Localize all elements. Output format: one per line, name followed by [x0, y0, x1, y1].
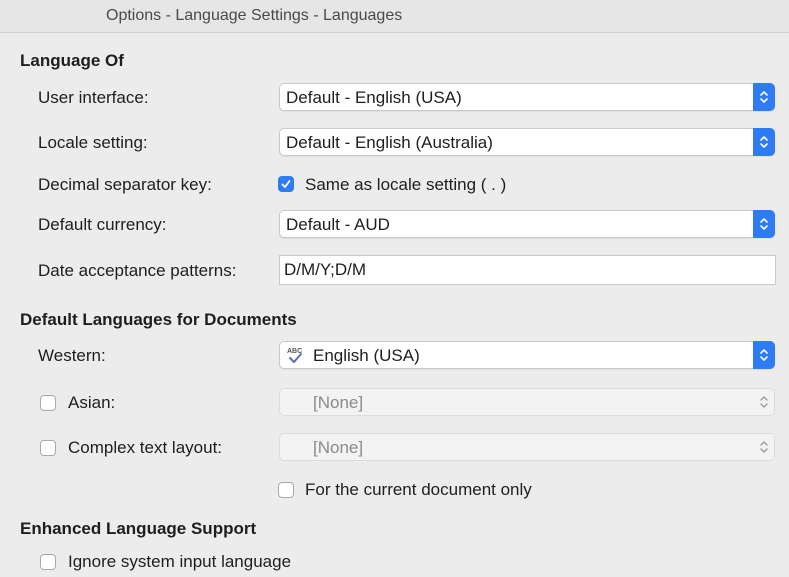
- user-interface-value: Default - English (USA): [286, 88, 462, 107]
- date-patterns-field[interactable]: [279, 255, 776, 285]
- window-title: Options - Language Settings - Languages: [106, 7, 403, 24]
- asian-value: [None]: [313, 393, 364, 412]
- locale-setting-label: Locale setting:: [38, 133, 148, 152]
- ctl-label[interactable]: Complex text layout:: [68, 438, 222, 458]
- user-interface-select[interactable]: Default - English (USA): [279, 83, 775, 111]
- checkmark-icon: [281, 180, 291, 188]
- section-heading-language-of: Language Of: [20, 51, 124, 70]
- updown-chevron-icon: [753, 83, 775, 111]
- section-heading-enhanced-support: Enhanced Language Support: [20, 519, 257, 538]
- asian-select: [None]: [279, 388, 775, 416]
- updown-chevron-icon: [753, 128, 775, 156]
- asian-label[interactable]: Asian:: [68, 393, 115, 413]
- title-bar: Options - Language Settings - Languages: [0, 0, 789, 33]
- ignore-input-language-label[interactable]: Ignore system input language: [68, 552, 291, 572]
- updown-chevron-icon: [753, 341, 775, 369]
- updown-chevron-icon: [753, 210, 775, 238]
- default-currency-label: Default currency:: [38, 215, 167, 234]
- spellcheck-icon: ABC: [286, 345, 308, 370]
- updown-chevron-icon: [753, 433, 775, 461]
- ctl-value: [None]: [313, 438, 364, 457]
- decimal-separator-label: Decimal separator key:: [38, 175, 212, 194]
- default-currency-select[interactable]: Default - AUD: [279, 210, 775, 238]
- locale-setting-select[interactable]: Default - English (Australia): [279, 128, 775, 156]
- locale-setting-value: Default - English (Australia): [286, 133, 493, 152]
- ctl-checkbox[interactable]: [40, 440, 56, 456]
- ignore-input-language-checkbox[interactable]: [40, 554, 56, 570]
- western-select[interactable]: ABC English (USA): [279, 341, 775, 369]
- date-patterns-input[interactable]: [284, 260, 764, 280]
- section-heading-default-languages: Default Languages for Documents: [20, 310, 297, 329]
- dialog-body: Language Of User interface: Default - En…: [0, 33, 789, 577]
- asian-checkbox[interactable]: [40, 395, 56, 411]
- same-as-locale-checkbox[interactable]: [278, 176, 294, 192]
- ctl-select: [None]: [279, 433, 775, 461]
- default-currency-value: Default - AUD: [286, 215, 390, 234]
- user-interface-label: User interface:: [38, 88, 149, 107]
- current-doc-only-checkbox[interactable]: [278, 482, 294, 498]
- date-patterns-label: Date acceptance patterns:: [38, 261, 237, 280]
- western-value: English (USA): [313, 346, 420, 365]
- updown-chevron-icon: [753, 388, 775, 416]
- same-as-locale-label[interactable]: Same as locale setting ( . ): [305, 175, 506, 195]
- current-doc-only-label[interactable]: For the current document only: [305, 480, 532, 500]
- western-label: Western:: [38, 346, 106, 365]
